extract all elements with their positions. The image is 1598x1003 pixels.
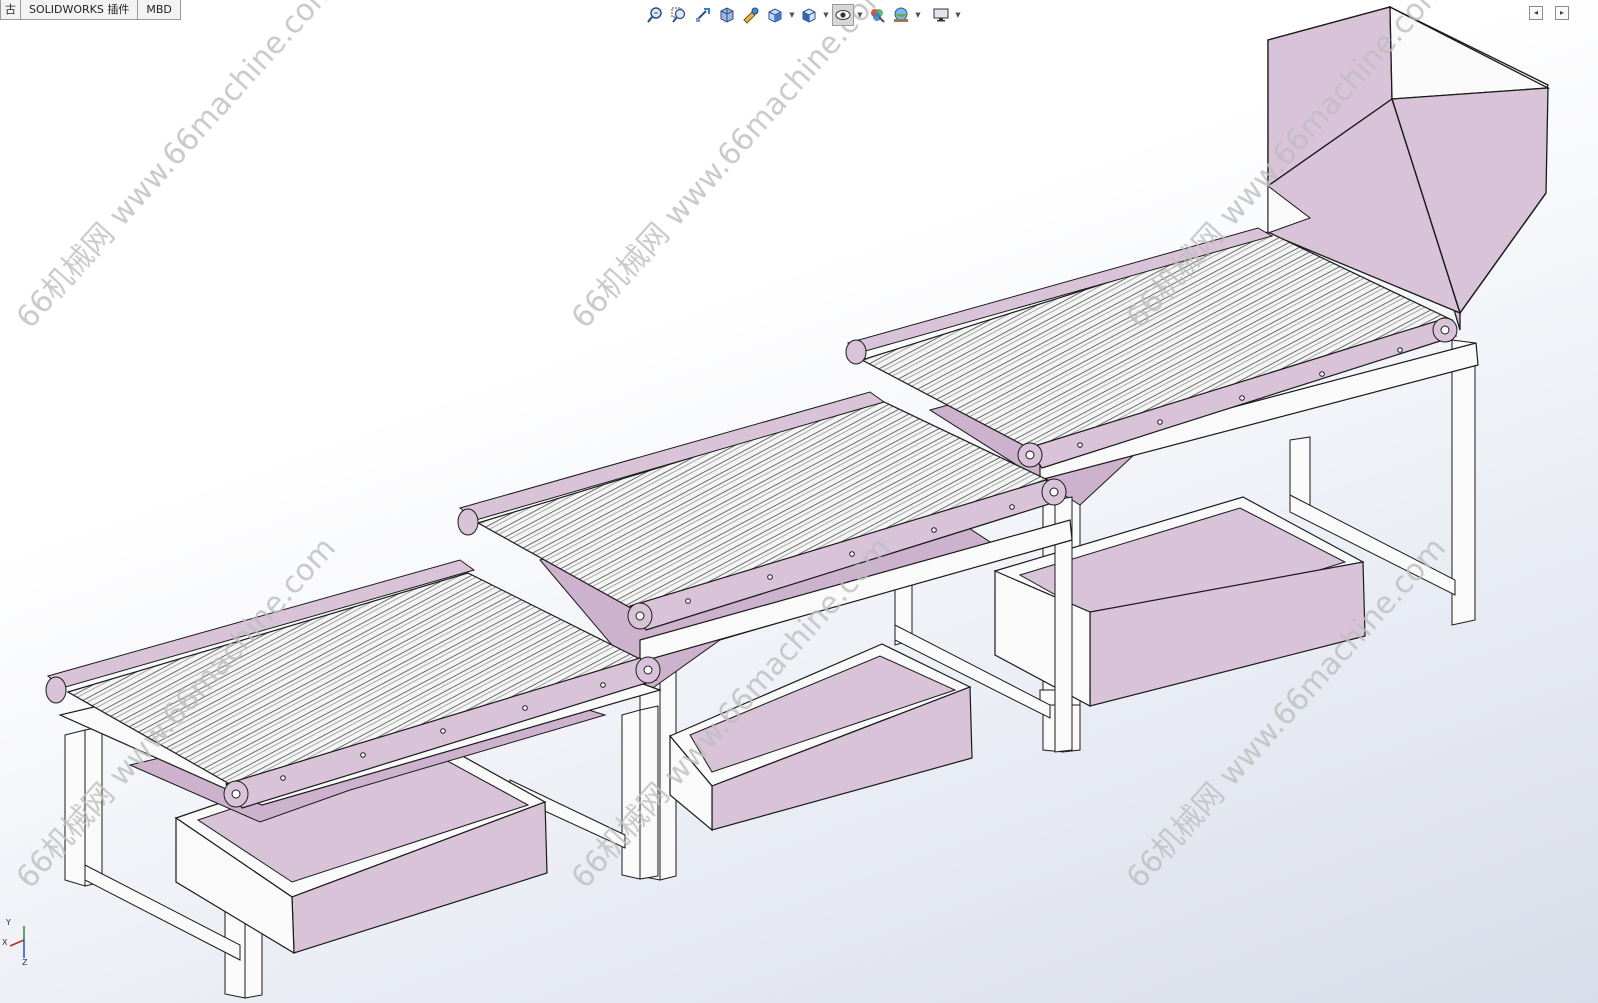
dynamic-annotation-button[interactable]: [740, 4, 762, 26]
previous-view-icon: [696, 8, 710, 22]
hide-show-items-button[interactable]: [832, 4, 854, 26]
edit-appearance-button[interactable]: [866, 4, 888, 26]
zoom-to-fit-icon: [647, 7, 662, 23]
triad-x-label: X: [2, 938, 8, 947]
watermark-text: 66机械网 www.66machine.com: [565, 0, 898, 335]
triad-z-label: Z: [22, 958, 28, 967]
graphics-area[interactable]: 66机械网 www.66machine.com 66机械网 www.66mach…: [0, 0, 1598, 1003]
view-orientation-dropdown-icon[interactable]: ▼: [788, 11, 796, 19]
dynamic-annotation-icon: [743, 7, 759, 24]
view-settings-button[interactable]: [930, 4, 952, 26]
heads-up-view-toolbar: ▼ ▼ ▼ ▼ ▼: [644, 3, 962, 27]
triad-y-label: Y: [6, 918, 11, 927]
tab-solidworks-addins[interactable]: SOLIDWORKS 插件: [20, 0, 139, 20]
reference-triad: Y X Z: [2, 918, 42, 968]
edit-appearance-icon: [871, 9, 885, 23]
display-style-dropdown-icon[interactable]: ▼: [822, 11, 830, 19]
view-settings-dropdown-icon[interactable]: ▼: [954, 11, 962, 19]
apply-scene-button[interactable]: [890, 4, 912, 26]
hide-show-dropdown-icon[interactable]: ▼: [856, 11, 864, 19]
apply-scene-icon: [894, 7, 908, 22]
apply-scene-dropdown-icon[interactable]: ▼: [914, 11, 922, 19]
view-orientation-icon: [768, 8, 782, 23]
section-view-button[interactable]: [716, 4, 738, 26]
zoom-to-area-button[interactable]: [668, 4, 690, 26]
zoom-to-area-icon: [671, 7, 686, 23]
view-settings-icon: [933, 8, 949, 22]
display-style-icon: [802, 8, 816, 23]
tab-evaluate[interactable]: 古: [0, 0, 21, 20]
section-view-icon: [720, 7, 734, 23]
previous-view-button[interactable]: [692, 4, 714, 26]
command-manager-tabs: 古 SOLIDWORKS 插件 MBD: [0, 0, 181, 20]
watermark-text: 66机械网 www.66machine.com: [10, 0, 343, 335]
zoom-to-fit-button[interactable]: [644, 4, 666, 26]
display-style-button[interactable]: [798, 4, 820, 26]
hide-show-items-icon: [835, 10, 851, 20]
view-orientation-button[interactable]: [764, 4, 786, 26]
tab-mbd[interactable]: MBD: [137, 0, 181, 20]
